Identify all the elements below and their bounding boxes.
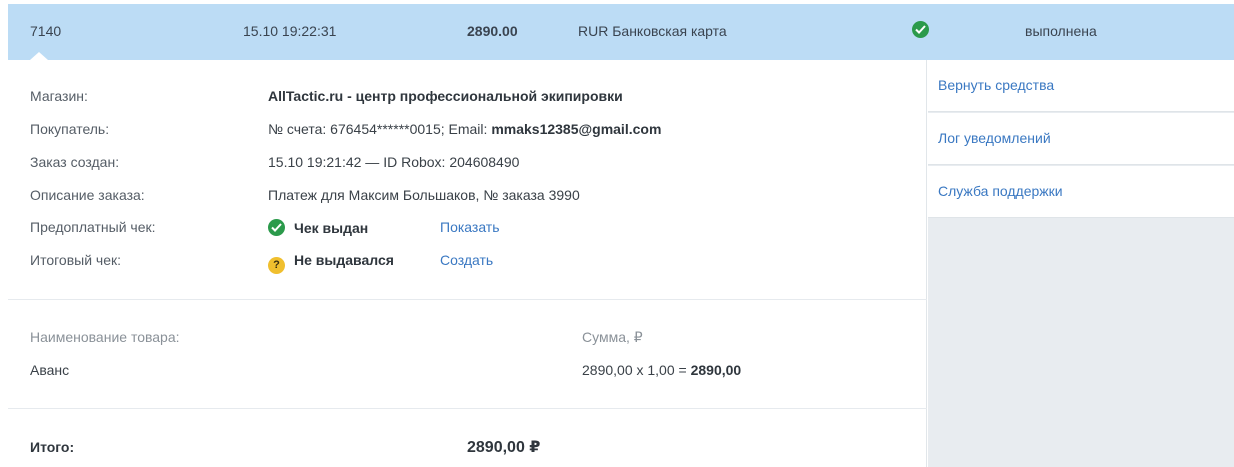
final-status-text: Не выдавался <box>294 252 394 268</box>
detail-row-buyer: Покупатель: № счета: 676454******0015; E… <box>30 121 661 137</box>
detail-row-description: Описание заказа: Платеж для Максим Больш… <box>30 187 580 203</box>
payment-method: RUR Банковская карта <box>578 23 727 39</box>
actions-sidebar: Вернуть средства Лог уведомлений Служба … <box>928 60 1234 467</box>
question-circle-icon: ? <box>268 257 285 274</box>
buyer-value: № счета: 676454******0015; Email: mmaks1… <box>268 121 661 137</box>
divider <box>8 408 927 409</box>
prepay-status-text: Чек выдан <box>294 220 369 236</box>
detail-row-prepay-receipt: Предоплатный чек: Чек выдан Показать <box>30 219 500 236</box>
buyer-email: mmaks12385@gmail.com <box>491 121 662 137</box>
created-value: 15.10 19:21:42 — ID Robox: 204608490 <box>268 154 520 170</box>
transaction-amount: 2890.00 <box>467 23 518 39</box>
support-link[interactable]: Служба поддержки <box>938 183 1063 199</box>
buyer-account: № счета: 676454******0015; Email: <box>268 121 492 137</box>
item-calc: 2890,00 x 1,00 = <box>582 362 691 378</box>
refund-action[interactable]: Вернуть средства <box>928 60 1234 112</box>
buyer-label: Покупатель: <box>30 121 110 137</box>
detail-row-created: Заказ создан: 15.10 19:21:42 — ID Robox:… <box>30 154 519 170</box>
item-total: 2890,00 <box>690 362 742 378</box>
items-header-name: Наименование товара: <box>30 329 180 345</box>
items-header-name-text: Наименование товара: <box>30 329 180 345</box>
description-label: Описание заказа: <box>30 187 145 203</box>
final-label: Итоговый чек: <box>30 252 121 268</box>
total-label-text: Итого: <box>30 439 75 455</box>
show-receipt-link[interactable]: Показать <box>440 219 500 235</box>
item-name: Аванс <box>30 362 69 378</box>
store-value: AllTactic.ru - центр профессиональной эк… <box>268 88 623 104</box>
detail-row-store: Магазин: AllTactic.ru - центр профессион… <box>30 88 623 104</box>
total-label: Итого: <box>30 439 74 455</box>
final-status: ? Не выдавался <box>268 252 394 274</box>
notification-log-action[interactable]: Лог уведомлений <box>928 113 1234 165</box>
transaction-status: выполнена <box>1025 23 1097 39</box>
transaction-datetime: 15.10 19:22:31 <box>243 23 337 39</box>
prepay-status: Чек выдан <box>268 219 368 236</box>
transaction-id: 7140 <box>30 23 62 39</box>
item-sum: 2890,00 x 1,00 = 2890,00 <box>582 362 741 378</box>
item-name-text: Аванс <box>30 362 70 378</box>
check-circle-icon <box>268 219 285 236</box>
details-pointer <box>30 52 48 60</box>
items-header-sum: Сумма, ₽ <box>582 329 643 346</box>
total-value-text: 2890,00 ₽ <box>467 439 541 456</box>
check-circle-icon <box>912 21 929 38</box>
prepay-label: Предоплатный чек: <box>30 219 156 235</box>
refund-link[interactable]: Вернуть средства <box>938 77 1054 93</box>
divider <box>8 299 927 300</box>
description-value: Платеж для Максим Большаков, № заказа 39… <box>268 187 580 203</box>
items-header-sum-text: Сумма, ₽ <box>582 329 643 345</box>
detail-row-final-receipt: Итоговый чек: ? Не выдавался Создать <box>30 252 493 274</box>
create-receipt-link[interactable]: Создать <box>440 252 493 268</box>
transaction-header-row[interactable]: 7140 15.10 19:22:31 2890.00 RUR Банковск… <box>8 4 1234 60</box>
notification-log-link[interactable]: Лог уведомлений <box>938 130 1051 146</box>
support-action[interactable]: Служба поддержки <box>928 166 1234 218</box>
total-value: 2890,00 ₽ <box>467 437 540 457</box>
store-label: Магазин: <box>30 88 88 104</box>
transaction-details-panel: Магазин: AllTactic.ru - центр профессион… <box>8 60 927 467</box>
created-label: Заказ создан: <box>30 154 120 170</box>
